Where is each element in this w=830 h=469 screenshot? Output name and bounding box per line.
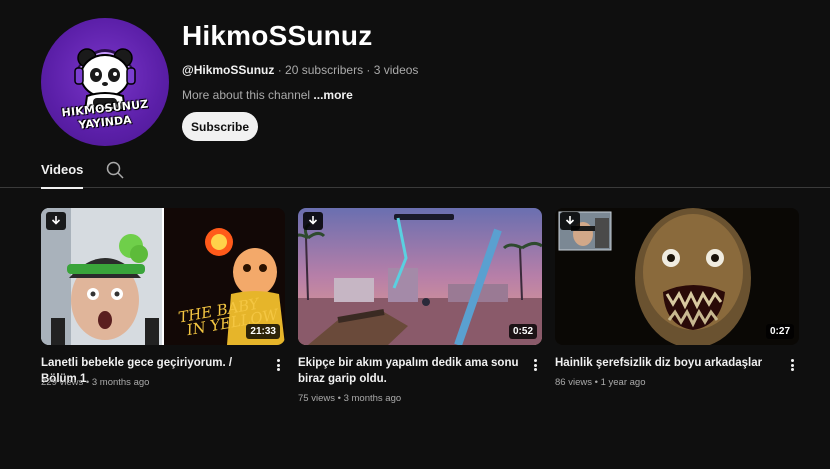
video-duration: 21:33 bbox=[246, 324, 280, 339]
video-age: 1 year ago bbox=[600, 377, 646, 388]
video-meta: 86 views • 1 year ago bbox=[555, 377, 645, 388]
about-more[interactable]: ...more bbox=[313, 88, 352, 102]
download-icon bbox=[46, 212, 66, 230]
thumbnail-image bbox=[555, 208, 799, 345]
video-age: 3 months ago bbox=[343, 393, 402, 404]
download-icon bbox=[560, 212, 580, 230]
channel-header: HIKMOSUNUZ YAYINDA HikmoSSunuz @HikmoSSu… bbox=[41, 18, 801, 148]
video-title[interactable]: Hainlik şerefsizlik diz boyu arkadaşlar bbox=[555, 355, 777, 371]
tab-videos[interactable]: Videos bbox=[41, 150, 84, 189]
thumbnail-image bbox=[298, 208, 542, 345]
channel-handle: @HikmoSSunuz bbox=[182, 63, 275, 77]
video-thumbnail[interactable]: 0:52 bbox=[298, 208, 542, 345]
more-actions-icon[interactable] bbox=[273, 358, 283, 372]
search-icon[interactable] bbox=[106, 161, 124, 179]
meta-separator: • bbox=[591, 377, 601, 388]
download-icon bbox=[303, 212, 323, 230]
video-title[interactable]: Ekipçe bir akım yapalım dedik ama sonu b… bbox=[298, 355, 520, 387]
video-duration: 0:52 bbox=[508, 324, 537, 339]
video-thumbnail[interactable]: THE BABY IN YELLOW 21:33 bbox=[41, 208, 285, 345]
subscribe-button[interactable]: Subscribe bbox=[182, 112, 258, 141]
video-views: 229 views bbox=[41, 377, 84, 388]
more-actions-icon[interactable] bbox=[787, 358, 797, 372]
channel-title: HikmoSSunuz bbox=[182, 20, 373, 51]
video-duration: 0:27 bbox=[765, 324, 794, 339]
channel-avatar[interactable]: HIKMOSUNUZ YAYINDA bbox=[41, 18, 169, 146]
meta-separator: • bbox=[83, 377, 92, 388]
about-text: More about this channel bbox=[182, 88, 314, 102]
video-meta: 229 views • 3 months ago bbox=[41, 377, 149, 388]
channel-stats: · 20 subscribers · 3 videos bbox=[274, 63, 419, 77]
video-views: 86 views bbox=[555, 377, 592, 388]
video-meta: 75 views • 3 months ago bbox=[298, 393, 401, 404]
more-actions-icon[interactable] bbox=[530, 358, 540, 372]
meta-separator: • bbox=[334, 393, 344, 404]
video-age: 3 months ago bbox=[91, 377, 150, 388]
channel-meta: @HikmoSSunuz · 20 subscribers · 3 videos bbox=[182, 63, 418, 77]
channel-about-link[interactable]: More about this channel ...more bbox=[182, 88, 353, 102]
channel-tabs: Videos bbox=[0, 150, 830, 189]
video-thumbnail[interactable]: 0:27 bbox=[555, 208, 799, 345]
video-views: 75 views bbox=[298, 393, 335, 404]
